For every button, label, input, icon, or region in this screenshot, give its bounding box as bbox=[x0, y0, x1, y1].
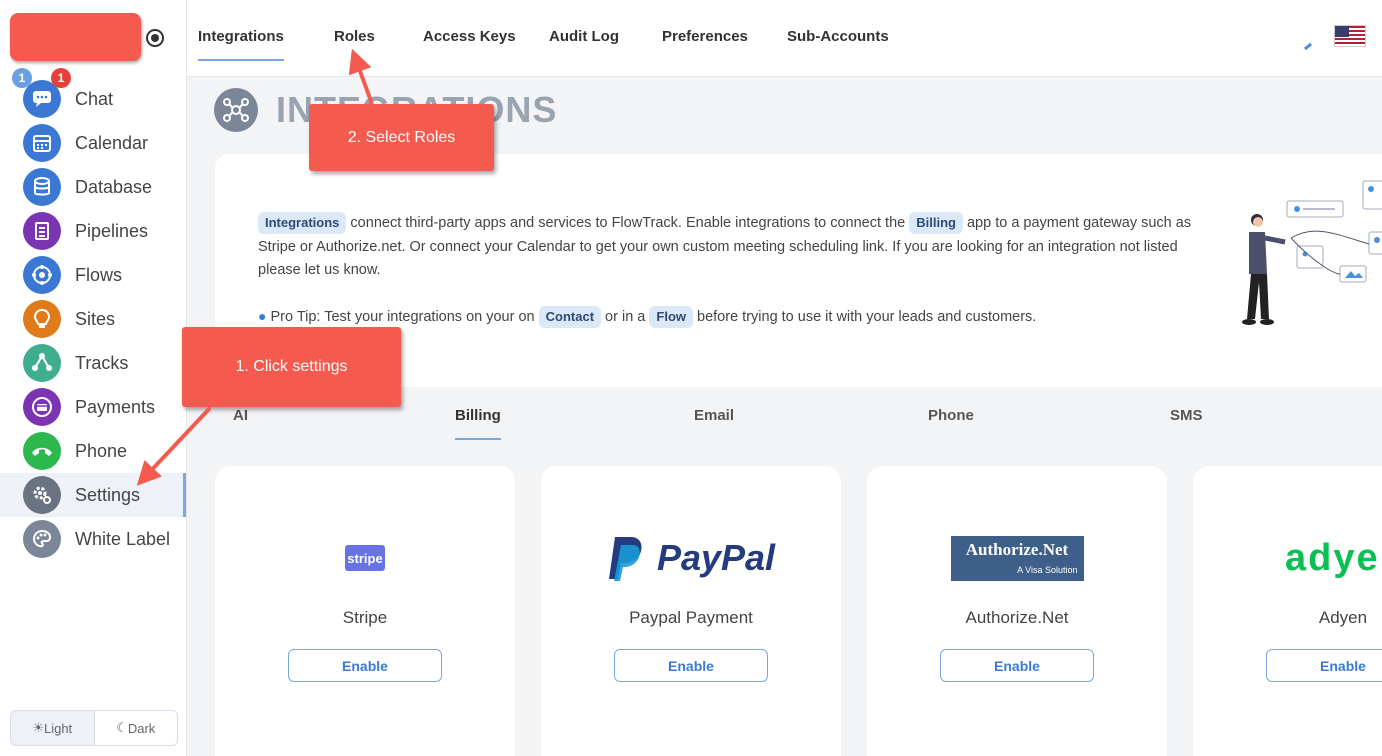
integrations-illustration bbox=[1242, 180, 1382, 325]
tab-preferences[interactable]: Preferences bbox=[662, 28, 748, 45]
tracks-icon bbox=[23, 344, 61, 382]
collapse-sidebar-icon[interactable] bbox=[146, 29, 164, 47]
tab-divider bbox=[187, 76, 1382, 77]
integration-name: Adyen bbox=[1318, 608, 1368, 627]
lightbulb-icon: ● bbox=[258, 308, 267, 324]
us-flag-icon[interactable] bbox=[1334, 25, 1366, 47]
sidebar-item-label: Calendar bbox=[75, 132, 149, 153]
calendar-icon bbox=[23, 124, 61, 162]
sites-icon bbox=[23, 300, 61, 338]
enable-stripe-button[interactable]: Enable bbox=[288, 649, 442, 682]
sidebar-item-label: White Label bbox=[75, 528, 171, 549]
authorize-net-logo: Authorize.Net A Visa Solution bbox=[950, 535, 1084, 581]
enable-adyen-button[interactable]: Enable bbox=[1266, 649, 1382, 682]
tab-access-keys[interactable]: Access Keys bbox=[423, 28, 516, 45]
tab-sms[interactable]: SMS bbox=[1170, 407, 1203, 424]
stripe-logo: stripe bbox=[345, 545, 385, 571]
integration-card-adyen: adyen Adyen Enable bbox=[1193, 466, 1382, 756]
tab-phone[interactable]: Phone bbox=[928, 407, 974, 424]
adyen-logo: adyen bbox=[1285, 536, 1382, 579]
phone-icon bbox=[23, 432, 61, 470]
sidebar-item-label: Phone bbox=[75, 440, 128, 461]
integration-name: Authorize.Net bbox=[965, 608, 1069, 627]
flows-icon bbox=[23, 256, 61, 294]
integration-name: Stripe bbox=[342, 608, 388, 627]
database-icon bbox=[23, 168, 61, 206]
chat-unread-badge: 1 bbox=[12, 68, 32, 88]
notification-badge: 1 bbox=[51, 68, 71, 88]
sidebar-item-pipelines[interactable]: Pipelines bbox=[0, 209, 186, 253]
integrations-description: Integrations connect third-party apps an… bbox=[258, 212, 1218, 283]
sidebar-item-database[interactable]: Database bbox=[0, 165, 186, 209]
enable-authorize-net-button[interactable]: Enable bbox=[940, 649, 1094, 682]
integration-name: Paypal Payment bbox=[629, 608, 753, 627]
tab-ai[interactable]: AI bbox=[233, 407, 248, 424]
pipelines-icon bbox=[23, 212, 61, 250]
tab-roles[interactable]: Roles bbox=[334, 28, 375, 45]
sidebar-item-label: Flows bbox=[75, 264, 123, 285]
integration-card-paypal: PayPal Paypal Payment Enable bbox=[541, 466, 841, 756]
flow-chip: Flow bbox=[649, 306, 693, 328]
sidebar-item-label: Chat bbox=[75, 88, 114, 109]
tab-sub-accounts[interactable]: Sub-Accounts bbox=[787, 28, 889, 45]
sidebar-item-label: Payments bbox=[75, 396, 156, 417]
integration-card-stripe: stripe Stripe Enable bbox=[215, 466, 515, 756]
sidebar-item-white-label[interactable]: White Label bbox=[0, 517, 186, 561]
tab-integrations[interactable]: Integrations bbox=[198, 28, 284, 61]
sidebar-item-sites[interactable]: Sites bbox=[0, 297, 186, 341]
edit-icon[interactable] bbox=[1303, 42, 1313, 51]
callout-click-settings: 1. Click settings bbox=[182, 327, 401, 407]
sidebar-item-settings[interactable]: Settings bbox=[0, 473, 186, 517]
white-label-icon bbox=[23, 520, 61, 558]
sun-icon: ☀ bbox=[32, 720, 44, 735]
sidebar-item-phone[interactable]: Phone bbox=[0, 429, 186, 473]
paypal-logo: PayPal bbox=[607, 535, 775, 581]
enable-paypal-button[interactable]: Enable bbox=[614, 649, 768, 682]
brand-logo[interactable] bbox=[10, 13, 141, 61]
paypal-p-icon bbox=[608, 537, 642, 581]
settings-tab-bar: Integrations Roles Access Keys Audit Log… bbox=[187, 0, 1382, 76]
payments-icon bbox=[23, 388, 61, 426]
sidebar-item-tracks[interactable]: Tracks bbox=[0, 341, 186, 385]
integrations-chip: Integrations bbox=[258, 212, 347, 234]
callout-select-roles: 2. Select Roles bbox=[309, 104, 494, 171]
sidebar-item-payments[interactable]: Payments bbox=[0, 385, 186, 429]
sidebar-item-calendar[interactable]: Calendar bbox=[0, 121, 186, 165]
theme-toggle: ☀ Light ☾ Dark bbox=[10, 710, 178, 746]
billing-chip: Billing bbox=[909, 212, 963, 234]
integrations-icon bbox=[214, 88, 258, 132]
sidebar-item-label: Tracks bbox=[75, 352, 129, 373]
sidebar-item-label: Sites bbox=[75, 308, 116, 329]
moon-icon: ☾ bbox=[116, 720, 128, 735]
sidebar: Chat 1 1 Calendar Database Pipelines Flo… bbox=[0, 0, 187, 756]
tab-audit-log[interactable]: Audit Log bbox=[549, 28, 619, 45]
sidebar-item-label: Settings bbox=[75, 484, 141, 505]
tab-email[interactable]: Email bbox=[694, 407, 734, 424]
sidebar-item-label: Pipelines bbox=[75, 220, 149, 241]
pro-tip: ● Pro Tip: Test your integrations on you… bbox=[258, 305, 1218, 330]
integration-card-authorize-net: Authorize.Net A Visa Solution Authorize.… bbox=[867, 466, 1167, 756]
settings-icon bbox=[23, 476, 61, 514]
light-theme-button[interactable]: ☀ Light bbox=[11, 711, 95, 745]
dark-theme-button[interactable]: ☾ Dark bbox=[95, 711, 178, 745]
tab-billing[interactable]: Billing bbox=[455, 407, 501, 440]
sidebar-item-label: Database bbox=[75, 176, 153, 197]
contact-chip: Contact bbox=[538, 306, 602, 328]
sidebar-item-flows[interactable]: Flows bbox=[0, 253, 186, 297]
